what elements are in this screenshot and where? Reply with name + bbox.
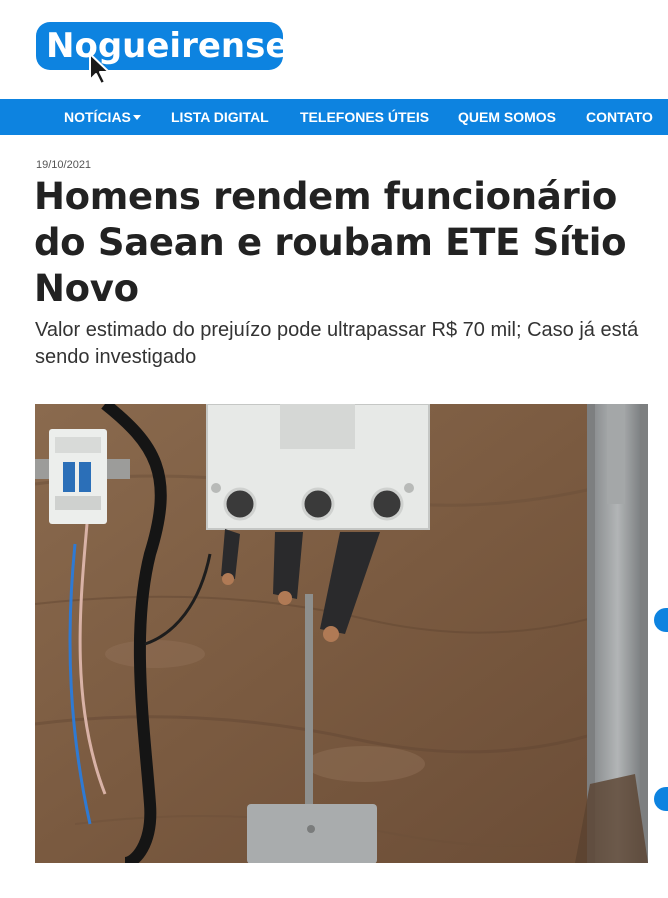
floating-share-button[interactable] [654,608,668,632]
nav-item-label: QUEM SOMOS [458,109,557,125]
nav-item-label: NOTÍCIAS [64,109,131,125]
floating-share-button[interactable] [654,787,668,811]
nav-item-quem-somos[interactable]: QUEM SOMOS [458,99,556,135]
cursor-arrow-icon [89,53,110,85]
logo-text: Nogueirense [46,26,289,66]
nav-item-label: LISTA DIGITAL [171,109,269,125]
nav-item-contato[interactable]: CONTATO [586,99,653,135]
site-header: Nogueirense [0,0,668,99]
article-date: 19/10/2021 [36,159,92,171]
chevron-down-icon [132,115,141,120]
main-nav: NOTÍCIAS LISTA DIGITAL TELEFONES ÚTEIS Q… [0,99,668,135]
nav-item-lista-digital[interactable]: LISTA DIGITAL [171,99,269,135]
nav-item-label: CONTATO [586,109,653,125]
article-photo [35,404,648,863]
nav-item-noticias[interactable]: NOTÍCIAS [64,99,141,135]
nav-item-telefones-uteis[interactable]: TELEFONES ÚTEIS [300,99,429,135]
article-title: Homens rendem funcionário do Saean e rou… [34,175,627,310]
article-photo-illustration [35,404,648,863]
site-logo[interactable]: Nogueirense [36,22,288,85]
nav-item-label: TELEFONES ÚTEIS [300,109,430,125]
article-subtitle: Valor estimado do prejuízo pode ultrapas… [35,319,639,368]
